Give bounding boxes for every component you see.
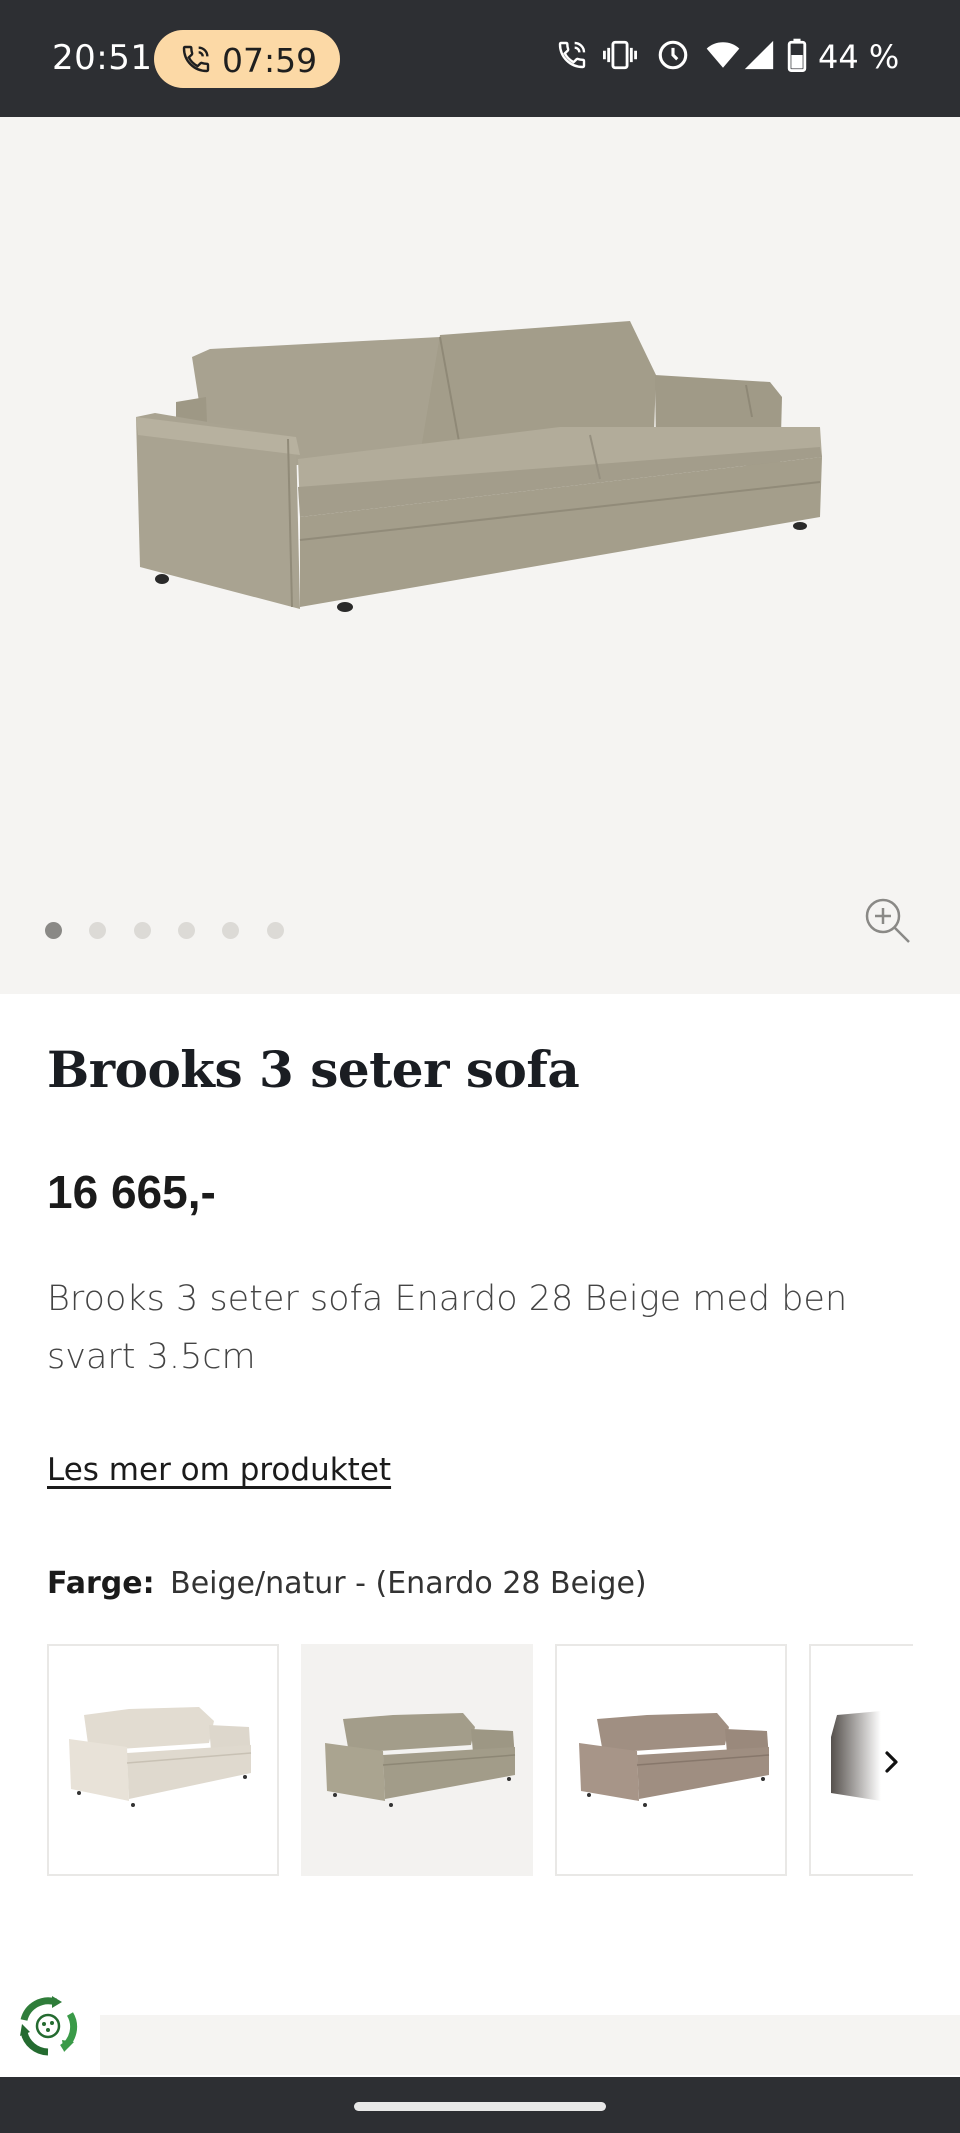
- sofa-thumbnail: [325, 1713, 516, 1807]
- home-gesture-handle[interactable]: [354, 2102, 606, 2111]
- vibrate-icon: [603, 40, 637, 70]
- bottom-panel: [100, 2015, 960, 2075]
- product-price: 16 665,-: [47, 1166, 216, 1218]
- chevron-right-icon[interactable]: [872, 1742, 912, 1782]
- product-title: Brooks 3 seter sofa: [47, 1040, 580, 1099]
- wifi-calling-icon: [558, 41, 586, 69]
- battery-percent: 44 %: [818, 38, 900, 76]
- gallery-dot[interactable]: [89, 922, 106, 939]
- color-swatch-taupe[interactable]: [555, 1644, 787, 1876]
- sofa-thumbnail: [579, 1713, 770, 1807]
- product-description: Brooks 3 seter sofa Enardo 28 Beige med …: [47, 1279, 848, 1377]
- color-swatch-beige-light[interactable]: [47, 1644, 279, 1876]
- phone-call-icon: [182, 45, 210, 73]
- signal-icon: [744, 40, 774, 70]
- gallery-dot[interactable]: [267, 922, 284, 939]
- call-timer-pill[interactable]: 07:59: [154, 30, 340, 88]
- battery-icon: [787, 38, 807, 72]
- alarm-icon: [658, 40, 688, 70]
- status-time: 20:51: [52, 38, 153, 78]
- recycle-eco-icon[interactable]: [12, 1990, 84, 2062]
- color-swatch-beige-natur[interactable]: [301, 1644, 533, 1876]
- gallery-dot[interactable]: [178, 922, 195, 939]
- read-more-link[interactable]: Les mer om produktet: [47, 1452, 391, 1488]
- sofa-image: [136, 321, 822, 612]
- zoom-in-icon[interactable]: [862, 895, 912, 945]
- call-timer-text: 07:59: [222, 41, 318, 80]
- status-bar: 20:51 07:59 44 %: [0, 0, 960, 117]
- color-label: Farge:: [47, 1566, 155, 1601]
- sofa-thumbnail: [69, 1707, 252, 1807]
- wifi-icon: [706, 42, 740, 68]
- color-value: Beige/natur - (Enardo 28 Beige): [170, 1566, 647, 1601]
- gallery-dot[interactable]: [222, 922, 239, 939]
- product-image-gallery[interactable]: [0, 117, 960, 994]
- color-swatch-carousel[interactable]: [47, 1644, 913, 1876]
- gallery-dot[interactable]: [45, 922, 62, 939]
- gallery-dot[interactable]: [134, 922, 151, 939]
- color-selection-label: Farge: Beige/natur - (Enardo 28 Beige): [47, 1566, 647, 1601]
